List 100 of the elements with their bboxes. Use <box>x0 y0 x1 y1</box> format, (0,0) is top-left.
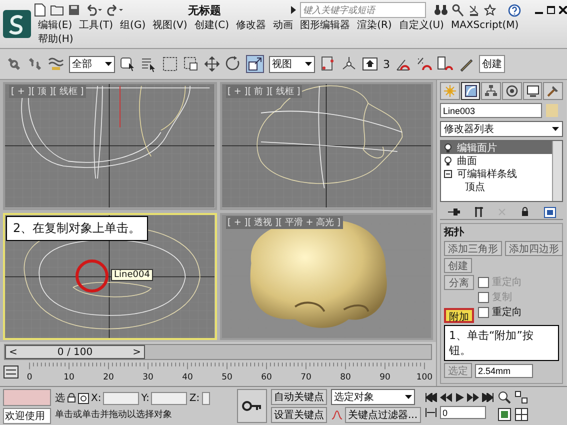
object-color-swatch[interactable] <box>546 104 558 117</box>
folder-icon[interactable] <box>50 4 64 16</box>
select-object-icon[interactable] <box>120 56 136 72</box>
close-icon[interactable] <box>559 6 567 14</box>
menu-item[interactable]: 帮助(H) <box>38 34 74 46</box>
absolute-mode-icon[interactable] <box>78 392 89 404</box>
key-filters-button[interactable]: 关键点过滤器... <box>345 407 421 423</box>
spinner-snap-icon[interactable] <box>437 56 453 72</box>
maximize-icon[interactable] <box>547 6 555 14</box>
z-coordinate-field[interactable] <box>202 392 210 404</box>
next-frame-button[interactable]: > <box>130 346 144 358</box>
named-selection-field[interactable]: 创建 <box>479 55 505 73</box>
binoculars-icon[interactable] <box>434 4 448 16</box>
scrollbar[interactable] <box>552 141 562 201</box>
previous-frame-icon[interactable] <box>440 393 452 402</box>
align-up-icon[interactable] <box>362 56 378 72</box>
menu-item[interactable]: 自定义(U) <box>398 20 444 32</box>
go-to-end-icon[interactable] <box>482 393 494 402</box>
lock-icon[interactable] <box>67 393 76 403</box>
key-target-dropdown[interactable]: 选定对象 <box>331 389 415 405</box>
star-icon[interactable] <box>484 4 496 16</box>
modifier-stack-item[interactable]: 可编辑样条线 <box>441 167 552 180</box>
move-icon[interactable] <box>204 56 220 72</box>
set-key-mode-button[interactable]: 设置关键点 <box>271 407 327 423</box>
modifier-stack-item[interactable]: 编辑面片 <box>441 141 552 154</box>
chain-link-icon[interactable] <box>6 56 22 72</box>
rotate-icon[interactable] <box>225 56 241 72</box>
listener-swatch[interactable] <box>3 388 51 406</box>
viewport[interactable]: [ + ][ 透视 ][ 平滑 + 高光 ] <box>220 212 433 340</box>
topology-button[interactable]: 创建 <box>444 258 472 273</box>
rollout-title[interactable]: 拓扑 <box>444 225 559 239</box>
menu-item[interactable]: 修改器 <box>236 20 266 32</box>
wave-icon[interactable] <box>48 56 64 72</box>
window-crossing-icon[interactable] <box>183 56 199 72</box>
selection-filter-dropdown[interactable]: 全部 <box>69 56 115 72</box>
menu-item[interactable]: 工具(T) <box>79 20 114 32</box>
lightbulb-icon[interactable] <box>444 156 452 166</box>
new-file-icon[interactable] <box>34 3 46 17</box>
viewport[interactable]: [ + ][ 前 ][ 线框 ] <box>220 82 433 210</box>
menu-item[interactable]: 渲染(R) <box>357 20 392 32</box>
key-mode-icon[interactable] <box>424 408 437 417</box>
scale-icon[interactable] <box>246 55 264 73</box>
redo-icon[interactable] <box>106 4 124 16</box>
panel-tab[interactable] <box>502 82 522 100</box>
help-icon[interactable] <box>508 4 521 16</box>
configure-icon[interactable] <box>544 206 556 218</box>
show-result-icon[interactable] <box>474 207 482 217</box>
menu-item[interactable]: 编辑(E) <box>38 20 72 32</box>
y-coordinate-field[interactable] <box>151 392 188 404</box>
percent-snap-icon[interactable] <box>416 56 432 72</box>
attach-button[interactable]: 附加 <box>444 308 474 323</box>
set-key-button[interactable] <box>237 389 267 423</box>
object-name-field[interactable]: Line003 <box>440 103 542 118</box>
tangent-curve-icon[interactable] <box>331 409 343 421</box>
curve-editor-icon[interactable] <box>3 365 19 379</box>
menu-item[interactable]: 创建(C) <box>194 20 230 32</box>
zoom-icon[interactable] <box>498 391 511 404</box>
broken-chain-icon[interactable] <box>27 56 43 72</box>
x-coordinate-field[interactable] <box>103 392 140 404</box>
previous-frame-button[interactable]: < <box>6 346 20 358</box>
lightbulb-icon[interactable] <box>444 142 452 152</box>
timeline-ruler[interactable]: 0 10 20 30 40 50 60 70 80 90 100 <box>22 362 432 384</box>
viewport[interactable]: [ + ][ 顶 ][ 线框 ] <box>3 82 216 210</box>
panel-tab[interactable] <box>522 82 542 100</box>
menu-item[interactable]: MAXScript(M) <box>450 20 519 32</box>
play-icon[interactable] <box>454 393 464 402</box>
modifier-stack-item[interactable]: 曲面 <box>441 154 552 167</box>
viewport[interactable]: 2、在复制对象上单击。 Line004 <box>3 212 216 340</box>
viewport-label[interactable]: [ + ][ 顶 ][ 线框 ] <box>9 85 86 98</box>
zoom-all-icon[interactable] <box>514 391 528 404</box>
time-slider-thumb[interactable]: < 0 / 100 > <box>5 345 145 359</box>
modifier-list-dropdown[interactable]: 修改器列表 <box>440 121 563 137</box>
search-field[interactable]: 键入关键字或短语 <box>300 2 426 18</box>
snap-toggle[interactable]: 3 <box>383 58 390 70</box>
topology-button[interactable]: 添加四边形 <box>505 241 563 256</box>
menu-item[interactable]: 视图(V) <box>152 20 188 32</box>
option-checkbox[interactable]: 重定向 <box>478 305 522 319</box>
go-to-start-icon[interactable] <box>424 393 437 402</box>
panel-tab[interactable] <box>460 82 480 100</box>
threshold-spinner[interactable]: 2.54mm <box>475 364 533 378</box>
pin-icon[interactable] <box>448 207 460 217</box>
lock-icon[interactable] <box>520 207 528 217</box>
next-frame-icon[interactable] <box>466 393 479 402</box>
reference-coordinate-dropdown[interactable]: 视图 <box>269 56 315 72</box>
current-frame-field[interactable]: 0 <box>440 406 486 419</box>
play-arrow-icon[interactable] <box>291 6 296 14</box>
maximize-viewport-icon[interactable] <box>514 408 528 421</box>
axis-constraint-icon[interactable] <box>341 56 357 72</box>
detach-button[interactable]: 分离 <box>444 275 474 290</box>
pivot-center-icon[interactable] <box>320 56 336 72</box>
modifier-stack-item[interactable]: 顶点 <box>441 180 552 193</box>
rectangle-selection-icon[interactable] <box>162 56 178 72</box>
menu-item[interactable]: 动画 <box>273 20 294 32</box>
viewport-label[interactable]: [ + ][ 前 ][ 线框 ] <box>226 85 302 98</box>
viewport-label[interactable]: [ + ][ 透视 ][ 平滑 + 高光 ] <box>226 216 343 228</box>
collapse-icon[interactable] <box>444 170 452 178</box>
save-icon[interactable] <box>68 4 80 16</box>
select-by-name-icon[interactable] <box>141 56 157 72</box>
menu-item[interactable]: 图形编辑器 <box>300 20 350 32</box>
zoom-extents-icon[interactable] <box>498 408 511 421</box>
